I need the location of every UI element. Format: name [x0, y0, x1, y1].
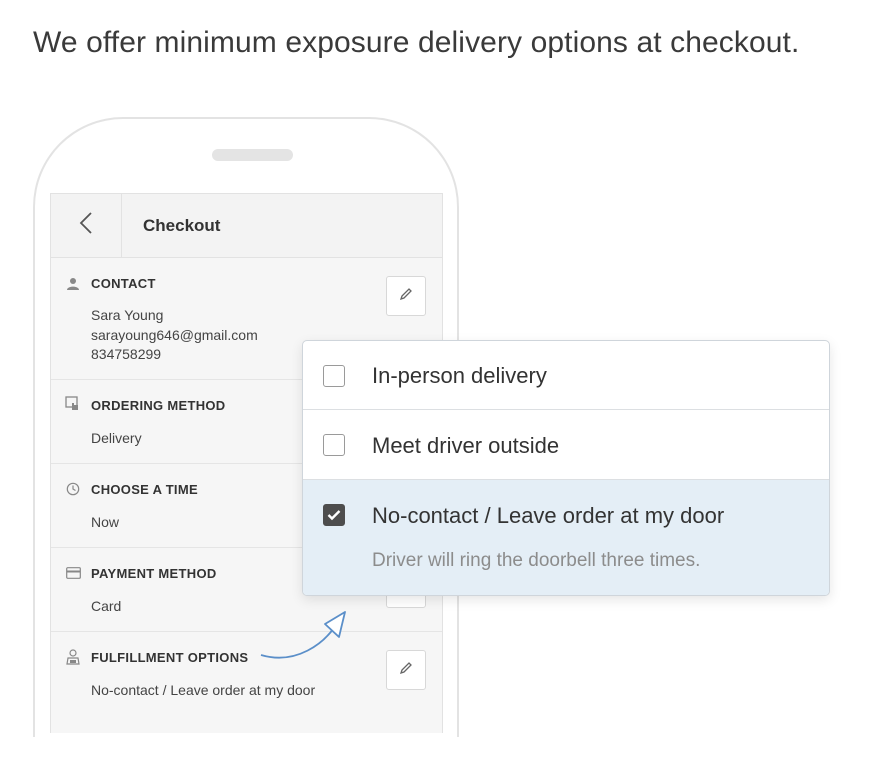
headline: We offer minimum exposure delivery optio…: [33, 26, 800, 59]
option-description: Driver will ring the doorbell three time…: [372, 550, 701, 571]
annotation-arrow-icon: [260, 611, 346, 659]
clock-icon: [65, 481, 81, 497]
payment-method-value: Card: [91, 598, 122, 614]
payment-method-title: PAYMENT METHOD: [91, 566, 217, 581]
contact-phone: 834758299: [91, 346, 162, 362]
chevron-left-icon: [79, 211, 93, 240]
hand-tap-icon: [65, 396, 81, 412]
person-icon: [65, 276, 81, 292]
checkbox-checked[interactable]: [323, 504, 345, 526]
choose-time-value: Now: [91, 514, 120, 530]
pencil-icon: [399, 287, 413, 306]
credit-card-icon: [65, 565, 81, 581]
option-label: In-person delivery: [372, 363, 547, 388]
fulfillment-options-section: FULFILLMENT OPTIONS No-contact / Leave o…: [51, 632, 442, 733]
page-title: Checkout: [143, 216, 221, 235]
contact-edit-button[interactable]: [386, 276, 426, 316]
option-label: Meet driver outside: [372, 433, 560, 458]
ordering-method-title: ORDERING METHOD: [91, 398, 226, 413]
contact-title: CONTACT: [91, 276, 156, 291]
ordering-method-value: Delivery: [91, 430, 142, 446]
option-label: No-contact / Leave order at my door: [372, 503, 725, 528]
pencil-icon: [399, 661, 413, 680]
contact-email: sarayoung646@gmail.com: [91, 327, 258, 343]
fulfillment-edit-button[interactable]: [386, 650, 426, 690]
back-button[interactable]: [51, 194, 122, 257]
fulfillment-options-value: No-contact / Leave order at my door: [91, 682, 316, 698]
delivery-option-no-contact[interactable]: No-contact / Leave order at my door Driv…: [303, 480, 829, 595]
checkbox[interactable]: [323, 365, 345, 387]
fulfillment-options-title: FULFILLMENT OPTIONS: [91, 650, 249, 665]
delivery-person-icon: [65, 649, 81, 665]
checkmark-icon: [327, 510, 341, 521]
contact-name: Sara Young: [91, 307, 164, 323]
checkbox[interactable]: [323, 434, 345, 456]
app-bar: Checkout: [51, 194, 442, 258]
delivery-option-in-person[interactable]: In-person delivery: [303, 341, 829, 410]
delivery-options-popup: In-person delivery Meet driver outside N…: [302, 340, 830, 596]
delivery-option-meet-outside[interactable]: Meet driver outside: [303, 410, 829, 480]
choose-time-title: CHOOSE A TIME: [91, 482, 198, 497]
phone-speaker: [212, 149, 293, 161]
